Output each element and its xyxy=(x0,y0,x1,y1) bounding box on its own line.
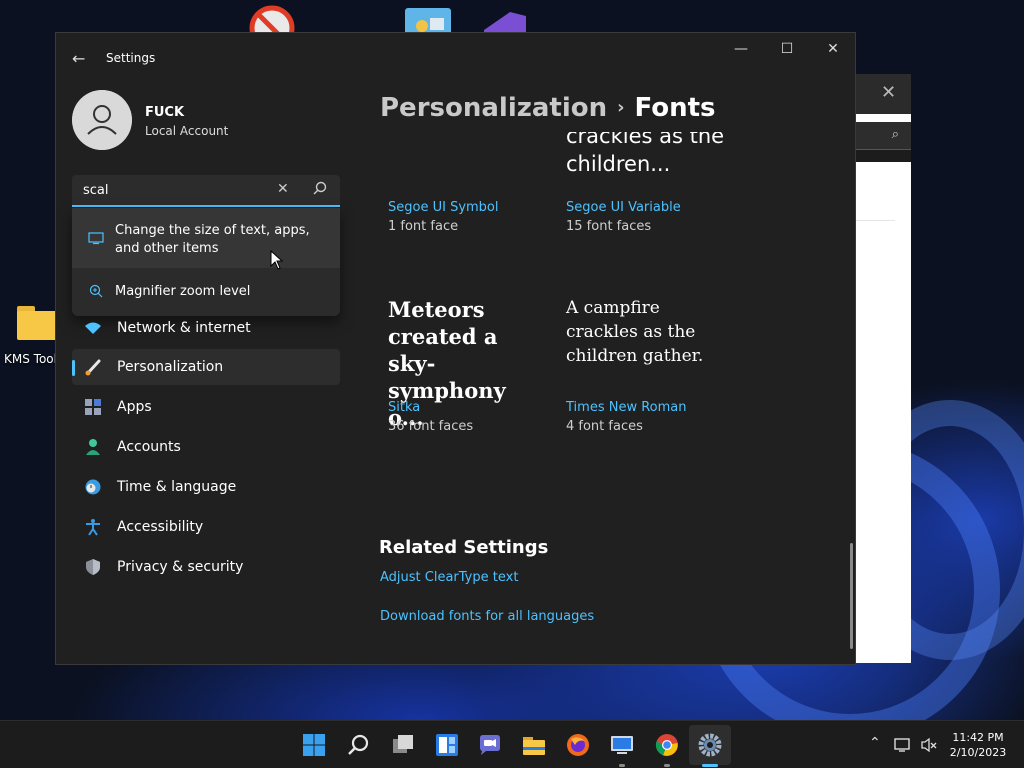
font-face-count: 15 font faces xyxy=(566,219,652,234)
divider xyxy=(855,220,895,221)
sidebar-item-apps[interactable]: Apps xyxy=(72,389,340,425)
selection-indicator xyxy=(72,360,75,376)
font-face-count: 36 font faces xyxy=(388,419,474,434)
clock-time: 11:42 PM xyxy=(952,731,1004,744)
sidebar-item-accounts[interactable]: Accounts xyxy=(72,429,340,465)
window-title: Settings xyxy=(106,51,156,65)
breadcrumb-separator: › xyxy=(617,97,625,118)
maximize-icon[interactable]: ☐ xyxy=(772,41,802,57)
task-view-icon[interactable] xyxy=(391,733,415,757)
related-settings-heading: Related Settings xyxy=(379,537,549,558)
desktop-shortcut-label[interactable]: KMS Tools Portable xyxy=(4,352,58,367)
remote-desktop-icon[interactable] xyxy=(610,733,634,757)
blocked-app-icon[interactable] xyxy=(248,4,296,34)
search-icon[interactable] xyxy=(312,180,328,196)
shield-icon xyxy=(86,559,100,575)
sidebar-item-privacy-security[interactable]: Privacy & security xyxy=(72,549,340,585)
accessibility-icon xyxy=(86,519,100,536)
breadcrumb-parent[interactable]: Personalization xyxy=(380,93,607,123)
breadcrumb: Personalization › Fonts xyxy=(380,93,716,123)
sidebar-item-label: Privacy & security xyxy=(117,559,244,575)
display-icon xyxy=(88,232,104,245)
font-face-count: 4 font faces xyxy=(566,419,643,434)
search-value: scal xyxy=(83,183,109,198)
scrollbar[interactable] xyxy=(850,543,853,649)
globe-clock-icon xyxy=(85,479,101,495)
search-suggestions: Change the size of text, apps, and other… xyxy=(72,208,340,316)
page-title: Fonts xyxy=(634,93,716,123)
clear-search-icon[interactable]: ✕ xyxy=(277,181,293,197)
control-panel-icon[interactable] xyxy=(404,4,452,34)
close-icon[interactable]: ✕ xyxy=(881,82,896,103)
account-type: Local Account xyxy=(145,124,229,138)
network-icon[interactable] xyxy=(894,737,912,753)
wifi-icon xyxy=(85,322,101,334)
download-fonts-link[interactable]: Download fonts for all languages xyxy=(380,609,594,624)
background-window-band xyxy=(855,150,911,162)
visual-studio-icon[interactable] xyxy=(480,4,528,34)
sidebar-item-label: Accounts xyxy=(117,439,181,455)
running-indicator xyxy=(619,764,625,767)
brush-icon xyxy=(85,359,101,376)
running-indicator xyxy=(664,764,670,767)
close-icon[interactable]: ✕ xyxy=(818,41,848,57)
sidebar-item-accessibility[interactable]: Accessibility xyxy=(72,509,340,545)
background-window-search[interactable]: ⌕ xyxy=(855,122,911,150)
back-arrow-icon[interactable]: ← xyxy=(72,49,85,68)
chevron-up-icon[interactable]: ⌃ xyxy=(869,735,881,751)
settings-gear-icon[interactable] xyxy=(698,733,722,757)
chrome-icon[interactable] xyxy=(655,733,679,757)
widgets-icon[interactable] xyxy=(435,733,459,757)
sidebar-item-label: Time & language xyxy=(117,479,237,495)
mouse-cursor-icon xyxy=(270,250,284,270)
sidebar-item-personalization[interactable]: Personalization xyxy=(72,349,340,385)
teams-chat-icon[interactable] xyxy=(478,733,502,757)
settings-search-input[interactable]: scal ✕ xyxy=(72,175,340,207)
system-clock[interactable]: 11:42 PM 2/10/2023 xyxy=(946,730,1010,760)
sidebar-item-label: Network & internet xyxy=(117,320,251,336)
person-icon xyxy=(86,439,100,455)
font-name[interactable]: Segoe UI Variable xyxy=(566,200,681,215)
font-list-viewport: crackles as the children... Meteors crea… xyxy=(356,132,836,534)
sidebar-item-label: Personalization xyxy=(117,359,224,375)
file-explorer-icon[interactable] xyxy=(522,733,546,757)
sidebar-item-label: Accessibility xyxy=(117,519,204,535)
font-preview[interactable]: A campfire crackles as the children gath… xyxy=(566,296,716,368)
volume-muted-icon[interactable] xyxy=(920,737,938,753)
suggestion-label: Change the size of text, apps, and other… xyxy=(115,223,310,256)
minimize-icon[interactable]: — xyxy=(726,41,756,57)
background-window[interactable]: ✕ ⌕ xyxy=(855,74,911,663)
search-icon: ⌕ xyxy=(891,127,899,142)
search-icon[interactable] xyxy=(347,733,371,757)
magnifier-icon xyxy=(89,284,103,298)
font-name[interactable]: Sitka xyxy=(388,400,420,415)
suggestion-label: Magnifier zoom level xyxy=(115,284,251,299)
font-name[interactable]: Segoe UI Symbol xyxy=(388,200,499,215)
clock-date: 2/10/2023 xyxy=(949,746,1007,759)
firefox-icon[interactable] xyxy=(566,733,590,757)
font-preview[interactable]: crackles as the children... xyxy=(566,132,726,178)
active-indicator xyxy=(702,764,718,767)
adjust-cleartype-link[interactable]: Adjust ClearType text xyxy=(380,570,518,585)
settings-window[interactable]: ← Settings — ☐ ✕ FUCK Local Account scal… xyxy=(55,32,856,665)
sidebar-item-network[interactable]: Network & internet xyxy=(72,310,340,346)
font-name[interactable]: Times New Roman xyxy=(566,400,686,415)
font-face-count: 1 font face xyxy=(388,219,459,234)
sidebar-item-label: Apps xyxy=(117,399,152,415)
apps-icon xyxy=(85,399,101,415)
user-name: FUCK xyxy=(145,105,185,120)
avatar[interactable] xyxy=(72,90,132,150)
folder-icon[interactable] xyxy=(17,306,57,340)
taskbar: ⌃ 11:42 PM 2/10/2023 xyxy=(0,720,1024,768)
suggestion-item[interactable]: Change the size of text, apps, and other… xyxy=(72,208,340,268)
suggestion-item[interactable]: Magnifier zoom level xyxy=(72,274,340,310)
start-icon[interactable] xyxy=(302,733,326,757)
sidebar-item-time-language[interactable]: Time & language xyxy=(72,469,340,505)
